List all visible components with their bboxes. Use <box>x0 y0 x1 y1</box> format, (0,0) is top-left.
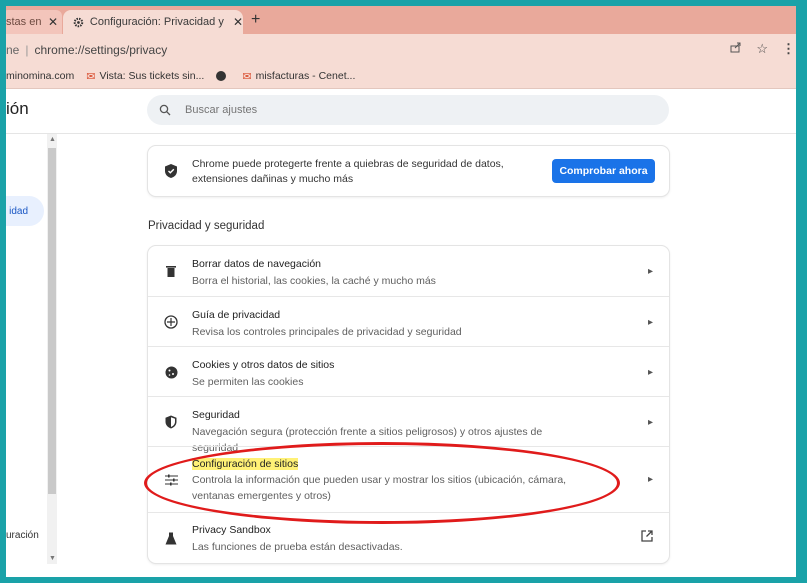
chevron-right-icon: ▸ <box>647 266 653 277</box>
omnibox[interactable]: ne | chrome://settings/privacy <box>6 39 776 61</box>
chevron-right-icon: ▸ <box>647 417 653 428</box>
list-item-clear-data[interactable]: Borrar datos de navegación Borra el hist… <box>148 246 669 296</box>
search-icon <box>159 104 171 116</box>
close-icon[interactable]: ✕ <box>48 15 58 29</box>
item-title: Borrar datos de navegación <box>192 258 321 270</box>
item-title: Guía de privacidad <box>192 309 281 321</box>
annotation-circle <box>144 442 620 524</box>
bookmarks-bar: minomina.com ✉ Vista: Sus tickets sin...… <box>6 64 801 89</box>
item-subtitle: Revisa los controles principales de priv… <box>192 326 462 338</box>
browser-window: stas en ✕ Configuración: Privacidad y se… <box>6 6 801 577</box>
mail-icon: ✉ <box>242 70 252 83</box>
external-link-icon[interactable] <box>641 530 653 545</box>
gear-icon <box>73 17 84 27</box>
flask-icon <box>164 531 178 545</box>
list-item-cookies[interactable]: Cookies y otros datos de sitios Se permi… <box>148 346 669 397</box>
address-actions: ☆ ⋮ <box>730 41 795 57</box>
scroll-down-icon[interactable]: ▼ <box>49 555 56 562</box>
new-tab-button[interactable]: + <box>251 11 260 29</box>
page-title: ión <box>6 99 29 118</box>
bookmark-misfacturas[interactable]: ✉ misfacturas - Cenet... <box>242 70 355 83</box>
close-icon[interactable]: ✕ <box>233 15 243 29</box>
sidebar-item-privacy[interactable]: idad <box>6 196 44 226</box>
check-now-button[interactable]: Comprobar ahora <box>552 159 655 183</box>
item-subtitle: Las funciones de prueba están desactivad… <box>192 541 403 553</box>
item-title: Cookies y otros datos de sitios <box>192 359 335 371</box>
chevron-right-icon: ▸ <box>647 474 653 485</box>
bookmark-label: Vista: Sus tickets sin... <box>99 70 205 82</box>
bookmark-star-icon[interactable]: ☆ <box>756 41 768 57</box>
item-title: Seguridad <box>192 409 240 421</box>
section-title: Privacidad y seguridad <box>148 220 265 232</box>
tab-label: Configuración: Privacidad y segu <box>89 16 227 28</box>
shield-icon <box>164 415 178 429</box>
site-label: ne <box>6 43 20 57</box>
url-text[interactable]: chrome://settings/privacy <box>34 43 167 57</box>
tab-previous[interactable]: stas en ✕ <box>6 10 62 34</box>
search-input[interactable] <box>183 103 627 117</box>
cookie-icon <box>164 365 178 379</box>
item-title: Privacy Sandbox <box>192 524 271 536</box>
scrollbar-thumb[interactable] <box>48 148 56 494</box>
address-bar: ne | chrome://settings/privacy ☆ ⋮ <box>6 34 801 64</box>
settings-header: ión <box>6 89 801 134</box>
shield-icon <box>165 164 177 178</box>
globe-icon <box>216 71 227 81</box>
item-subtitle: Se permiten las cookies <box>192 376 304 388</box>
tab-bar: stas en ✕ Configuración: Privacidad y se… <box>6 6 801 34</box>
divider: | <box>25 43 29 57</box>
tab-settings-privacy[interactable]: Configuración: Privacidad y segu ✕ <box>63 10 243 34</box>
bookmark-label: misfacturas - Cenet... <box>255 70 356 82</box>
safety-check-card: Chrome puede protegerte frente a quiebra… <box>148 146 669 196</box>
frame-border <box>796 6 801 577</box>
item-subtitle: Borra el historial, las cookies, la cach… <box>192 275 436 287</box>
compass-icon <box>164 315 178 329</box>
sidebar-scrollbar[interactable]: ▲ ▼ <box>47 134 57 564</box>
bookmark-globe[interactable] <box>216 71 230 81</box>
tab-label: stas en <box>6 16 42 28</box>
search-box[interactable] <box>147 95 669 125</box>
safety-check-text: Chrome puede protegerte frente a quiebra… <box>192 158 504 185</box>
share-icon[interactable] <box>730 41 742 53</box>
trash-icon <box>164 264 178 278</box>
menu-icon[interactable]: ⋮ <box>782 41 795 57</box>
bookmark-vista[interactable]: ✉ Vista: Sus tickets sin... <box>86 70 204 83</box>
list-item-security[interactable]: Seguridad Navegación segura (protección … <box>148 396 669 454</box>
chevron-right-icon: ▸ <box>647 367 653 378</box>
scroll-up-icon[interactable]: ▲ <box>49 136 56 143</box>
sidebar-item-bottom[interactable]: uración <box>6 530 39 541</box>
bookmark-minomina[interactable]: minomina.com <box>6 70 74 82</box>
chevron-right-icon: ▸ <box>647 317 653 328</box>
bookmark-label: minomina.com <box>6 70 75 82</box>
list-item-privacy-guide[interactable]: Guía de privacidad Revisa los controles … <box>148 296 669 347</box>
mail-icon: ✉ <box>86 70 96 83</box>
